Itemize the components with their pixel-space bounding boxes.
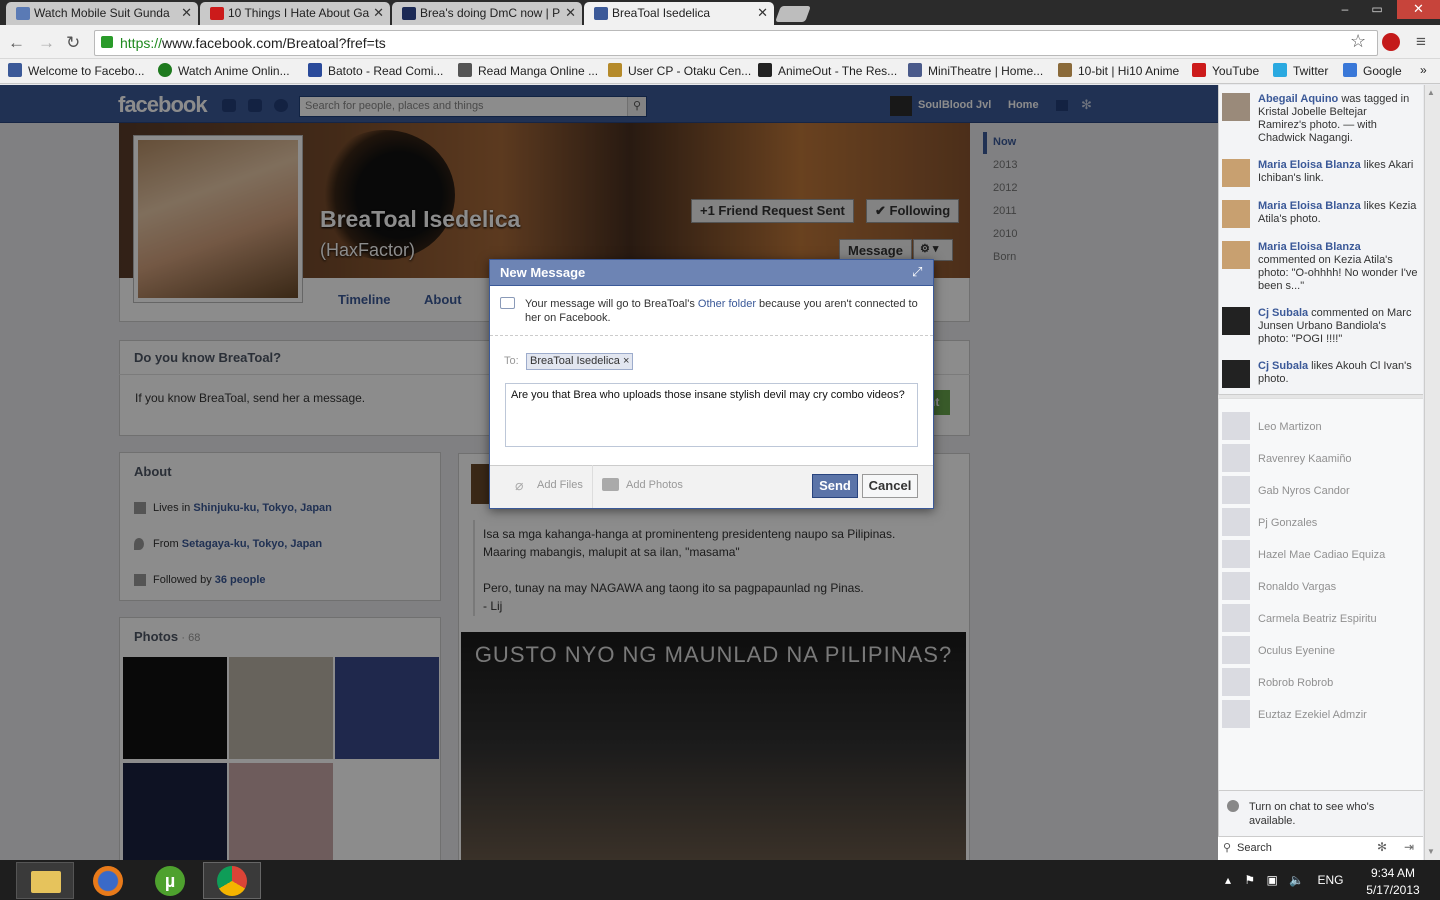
tab-favicon-icon — [16, 7, 30, 20]
browser-tab[interactable]: Brea's doing DmC now | P ✕ — [392, 2, 582, 25]
other-folder-link[interactable]: Other folder — [698, 298, 756, 310]
clock[interactable]: 9:34 AM 5/17/2013 — [1362, 865, 1424, 899]
send-button[interactable]: Send — [812, 474, 858, 498]
ticker-item[interactable]: Abegail Aquino was tagged in Kristal Job… — [1222, 93, 1420, 144]
avatar — [1222, 307, 1250, 335]
bookmark-item[interactable]: AnimeOut - The Res... — [758, 63, 897, 78]
chrome-icon[interactable] — [203, 862, 261, 899]
volume-icon[interactable]: 🔈 — [1289, 873, 1304, 887]
browser-tab[interactable]: 10 Things I Hate About Ga ✕ — [200, 2, 390, 25]
divider — [1218, 790, 1423, 791]
message-text[interactable]: Are you that Brea who uploads those insa… — [511, 389, 905, 401]
cancel-button[interactable]: Cancel — [862, 474, 918, 498]
otaku-icon — [608, 63, 622, 77]
close-tab-icon[interactable]: ✕ — [181, 2, 192, 24]
hi10-icon — [1058, 63, 1072, 77]
minitheatre-icon — [908, 63, 922, 77]
show-hidden-icons-icon[interactable]: ▴ — [1225, 873, 1231, 887]
browser-tab-active[interactable]: BreaToal Isedelica ✕ — [584, 2, 774, 25]
bookmark-item[interactable]: Batoto - Read Comi... — [308, 63, 443, 78]
bookmark-item[interactable]: 10-bit | Hi10 Anime — [1058, 63, 1179, 78]
bookmark-item[interactable]: Google — [1343, 63, 1402, 78]
anime-site-icon — [158, 63, 172, 77]
clock-date: 5/17/2013 — [1366, 883, 1420, 897]
other-folder-notice: Your message will go to BreaToal's Other… — [525, 298, 918, 324]
file-explorer-icon[interactable] — [16, 862, 74, 899]
reload-icon[interactable]: ↻ — [66, 34, 80, 51]
scrollbar[interactable] — [1424, 85, 1440, 860]
menu-icon[interactable]: ≡ — [1416, 33, 1426, 50]
bookmark-item[interactable]: MiniTheatre | Home... — [908, 63, 1043, 78]
close-tab-icon[interactable]: ✕ — [373, 2, 384, 24]
turn-on-chat-link[interactable]: Turn on chat to see who's available. — [1249, 800, 1414, 828]
youtube-icon — [1192, 63, 1206, 77]
popout-icon[interactable]: ⇥ — [1404, 840, 1414, 854]
avatar — [1222, 200, 1250, 228]
bookmark-item[interactable]: User CP - Otaku Cen... — [608, 63, 751, 78]
browser-tab[interactable]: Watch Mobile Suit Gunda ✕ — [6, 2, 198, 25]
add-files-button[interactable]: Add Files — [537, 479, 583, 491]
search-icon: ⚲ — [1223, 842, 1232, 854]
utorrent-icon[interactable]: µ — [142, 862, 200, 899]
camera-icon[interactable] — [602, 478, 619, 491]
bookmark-item[interactable]: Twitter — [1273, 63, 1328, 78]
action-center-icon[interactable]: ⚑ — [1244, 873, 1255, 887]
tab-favicon-icon — [402, 7, 416, 20]
close-tab-icon[interactable]: ✕ — [565, 2, 576, 24]
maximize-icon[interactable]: ▭ — [1362, 0, 1392, 18]
scroll-down-icon[interactable]: ▼ — [1427, 847, 1435, 856]
back-icon[interactable]: ← — [8, 34, 25, 51]
gear-icon[interactable]: ✻ — [1377, 840, 1387, 854]
firefox-icon[interactable] — [80, 862, 138, 899]
facebook-icon — [594, 7, 608, 20]
network-icon[interactable]: ▣ — [1266, 873, 1277, 887]
bookmark-item[interactable]: YouTube — [1192, 63, 1259, 78]
google-icon — [1343, 63, 1357, 77]
scroll-up-icon[interactable]: ▲ — [1427, 88, 1435, 97]
chat-search-input[interactable]: Search — [1237, 842, 1272, 854]
language-indicator[interactable]: ENG — [1317, 873, 1343, 887]
to-label: To: — [504, 355, 519, 367]
clock-time: 9:34 AM — [1370, 866, 1416, 880]
forward-icon[interactable]: → — [38, 34, 55, 51]
dialog-title: New Message — [500, 265, 586, 280]
window-close-button[interactable]: ✕ — [1397, 0, 1440, 19]
more-bookmarks-icon[interactable]: » — [1420, 63, 1427, 77]
add-photos-button[interactable]: Add Photos — [626, 479, 683, 491]
bookmark-item[interactable]: Welcome to Facebo... — [8, 63, 145, 78]
paperclip-icon[interactable]: ⌀ — [515, 477, 523, 494]
adblock-icon[interactable] — [1382, 33, 1400, 51]
recipient-token[interactable]: BreaToal Isedelica × — [526, 353, 634, 370]
divider — [592, 465, 593, 508]
avatar — [1222, 360, 1250, 388]
lock-icon[interactable] — [101, 36, 113, 48]
facebook-icon — [8, 63, 22, 77]
star-icon[interactable]: ☆ — [1350, 32, 1366, 50]
divider — [490, 335, 933, 336]
expand-icon[interactable]: ⤢ — [912, 264, 922, 280]
bookmark-item[interactable]: Watch Anime Onlin... — [158, 63, 290, 78]
avatar — [1222, 241, 1250, 269]
twitter-icon — [1273, 63, 1287, 77]
animeout-icon — [758, 63, 772, 77]
youtube-icon — [210, 7, 224, 20]
message-bubble-icon — [500, 297, 515, 309]
bookmark-item[interactable]: Read Manga Online ... — [458, 63, 598, 78]
batoto-icon — [308, 63, 322, 77]
minimize-icon[interactable]: – — [1330, 0, 1360, 18]
avatar — [1222, 93, 1250, 121]
url-text[interactable]: https://www.facebook.com/Breatoal?fref=t… — [120, 35, 386, 51]
new-tab-button[interactable] — [775, 6, 811, 22]
avatar — [1222, 159, 1250, 187]
close-tab-icon[interactable]: ✕ — [757, 2, 768, 24]
chat-offline-overlay — [1218, 398, 1423, 790]
system-tray[interactable]: ▴ ⚑ ▣ 🔈 ENG — [1225, 873, 1343, 887]
friends-icon — [1227, 800, 1239, 812]
manga-icon — [458, 63, 472, 77]
